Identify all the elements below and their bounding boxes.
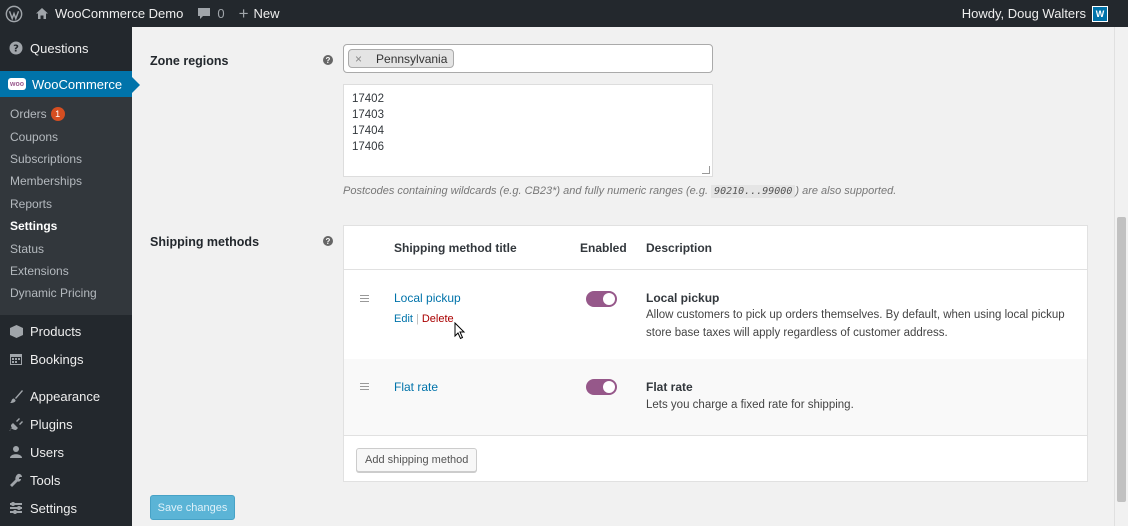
site-name-link[interactable]: WooCommerce Demo bbox=[28, 0, 190, 27]
table-row: Flat rate Flat rate Lets you charge a fi… bbox=[344, 359, 1087, 435]
submenu-item-settings[interactable]: Settings bbox=[0, 215, 132, 237]
sidebar-item-label: Plugins bbox=[30, 416, 73, 432]
row-actions: Edit | Delete bbox=[394, 313, 454, 325]
admin-sidebar: ? Questions woo WooCommerce Orders 1 Cou… bbox=[0, 27, 140, 526]
sidebar-item-label: Bookings bbox=[30, 351, 84, 367]
shipping-methods-table: Shipping method title Enabled Descriptio… bbox=[343, 225, 1088, 482]
postcode-line: 17402 bbox=[352, 93, 384, 105]
column-header-title: Shipping method title bbox=[394, 241, 517, 255]
new-label: New bbox=[253, 6, 280, 21]
plus-icon: + bbox=[238, 3, 249, 23]
sidebar-item-plugins[interactable]: Plugins bbox=[0, 410, 132, 438]
region-chip: × Pennsylvania bbox=[348, 49, 455, 68]
submenu-label: Orders bbox=[10, 107, 47, 122]
woocommerce-submenu: Orders 1 Coupons Subscriptions Membershi… bbox=[0, 97, 132, 315]
brush-icon bbox=[8, 388, 24, 404]
admin-bar: WooCommerce Demo 0 + New Howdy, Doug Wal… bbox=[0, 0, 1128, 27]
site-name: WooCommerce Demo bbox=[55, 6, 184, 21]
avatar: W bbox=[1092, 5, 1108, 22]
sidebar-item-label: Products bbox=[30, 323, 82, 339]
account-menu[interactable]: Howdy, Doug Walters W bbox=[955, 0, 1128, 27]
submenu-item-subscriptions[interactable]: Subscriptions bbox=[0, 148, 132, 170]
mouse-cursor-icon bbox=[454, 322, 466, 340]
sidebar-item-label: WooCommerce bbox=[32, 76, 123, 92]
method-description: Lets you charge a fixed rate for shippin… bbox=[646, 399, 854, 411]
postcode-line: 17403 bbox=[352, 109, 384, 121]
help-icon[interactable]: ? bbox=[323, 236, 333, 246]
new-content-link[interactable]: + New bbox=[232, 0, 287, 27]
scrollbar-thumb[interactable] bbox=[1117, 217, 1126, 502]
enabled-toggle[interactable] bbox=[586, 379, 617, 395]
method-title-link[interactable]: Flat rate bbox=[394, 380, 438, 394]
sidebar-item-tools[interactable]: Tools bbox=[0, 466, 132, 494]
method-description-title: Local pickup bbox=[646, 291, 720, 305]
sidebar-item-woocommerce[interactable]: woo WooCommerce bbox=[0, 71, 140, 97]
main-content: Zone regions ? × Pennsylvania 17402 1740… bbox=[132, 27, 1114, 526]
sidebar-item-label: Appearance bbox=[30, 388, 101, 404]
woocommerce-icon: woo bbox=[8, 78, 26, 90]
orders-count-badge: 1 bbox=[50, 107, 65, 122]
submenu-item-coupons[interactable]: Coupons bbox=[0, 125, 132, 147]
edit-link[interactable]: Edit bbox=[394, 313, 413, 325]
calendar-icon bbox=[8, 351, 24, 367]
method-description: Allow customers to pick up orders themse… bbox=[646, 309, 1065, 339]
method-title-link[interactable]: Local pickup bbox=[394, 291, 461, 305]
column-header-enabled: Enabled bbox=[580, 241, 627, 255]
question-icon: ? bbox=[8, 40, 24, 56]
note-text: ) are also supported. bbox=[795, 185, 897, 197]
table-row: Local pickup Edit | Delete Local pickup Al… bbox=[344, 270, 1087, 359]
products-icon bbox=[8, 323, 24, 339]
resize-handle-icon[interactable] bbox=[702, 166, 710, 174]
plugin-icon bbox=[8, 416, 24, 432]
comments-count: 0 bbox=[217, 6, 225, 21]
delete-link[interactable]: Delete bbox=[422, 313, 454, 325]
sidebar-item-bookings[interactable]: Bookings bbox=[0, 345, 132, 373]
region-chip-label: Pennsylvania bbox=[376, 51, 448, 66]
submenu-item-dynamic-pricing[interactable]: Dynamic Pricing bbox=[0, 282, 132, 304]
zone-regions-select[interactable]: × Pennsylvania bbox=[343, 44, 713, 73]
help-icon[interactable]: ? bbox=[323, 55, 333, 65]
user-icon bbox=[8, 444, 24, 460]
sidebar-item-appearance[interactable]: Appearance bbox=[0, 382, 132, 410]
sidebar-item-users[interactable]: Users bbox=[0, 438, 132, 466]
sidebar-item-products[interactable]: Products bbox=[0, 317, 132, 345]
method-description-title: Flat rate bbox=[646, 380, 693, 394]
sidebar-item-settings[interactable]: Settings bbox=[0, 494, 132, 522]
svg-text:?: ? bbox=[13, 44, 19, 55]
submenu-item-memberships[interactable]: Memberships bbox=[0, 170, 132, 192]
remove-region-icon[interactable]: × bbox=[355, 52, 362, 66]
sidebar-item-label: Users bbox=[30, 444, 64, 460]
wrench-icon bbox=[8, 472, 24, 488]
postcodes-textarea[interactable]: 17402 17403 17404 17406 bbox=[343, 84, 713, 177]
shipping-methods-label: Shipping methods bbox=[150, 235, 260, 249]
sidebar-item-label: Tools bbox=[30, 472, 61, 488]
save-changes-button[interactable]: Save changes bbox=[150, 495, 235, 520]
add-shipping-method-button[interactable]: Add shipping method bbox=[356, 448, 478, 472]
sidebar-item-label: Questions bbox=[30, 40, 89, 56]
zone-regions-label: Zone regions bbox=[150, 54, 229, 68]
comment-icon bbox=[198, 8, 211, 19]
submenu-item-extensions[interactable]: Extensions bbox=[0, 260, 132, 282]
note-code: 90210...99000 bbox=[711, 185, 796, 198]
postcodes-help-text: Postcodes containing wildcards (e.g. CB2… bbox=[343, 185, 897, 198]
scrollbar[interactable] bbox=[1114, 27, 1128, 526]
postcode-line: 17406 bbox=[352, 141, 384, 153]
drag-handle-icon[interactable] bbox=[360, 295, 369, 302]
note-text: Postcodes containing wildcards (e.g. CB2… bbox=[343, 185, 712, 197]
submenu-item-status[interactable]: Status bbox=[0, 237, 132, 259]
drag-handle-icon[interactable] bbox=[360, 383, 369, 390]
divider bbox=[344, 435, 1087, 436]
submenu-item-orders[interactable]: Orders 1 bbox=[0, 103, 132, 125]
column-header-description: Description bbox=[646, 241, 713, 255]
postcode-line: 17404 bbox=[352, 125, 384, 137]
settings-icon bbox=[8, 500, 24, 516]
wordpress-logo-icon[interactable] bbox=[0, 0, 28, 27]
submenu-item-reports[interactable]: Reports bbox=[0, 193, 132, 215]
sidebar-item-questions[interactable]: ? Questions bbox=[0, 33, 132, 63]
howdy-text: Howdy, Doug Walters bbox=[961, 6, 1086, 21]
comments-link[interactable]: 0 bbox=[190, 0, 231, 27]
enabled-toggle[interactable] bbox=[586, 291, 617, 307]
sidebar-item-label: Settings bbox=[30, 500, 77, 516]
home-icon bbox=[36, 8, 48, 19]
